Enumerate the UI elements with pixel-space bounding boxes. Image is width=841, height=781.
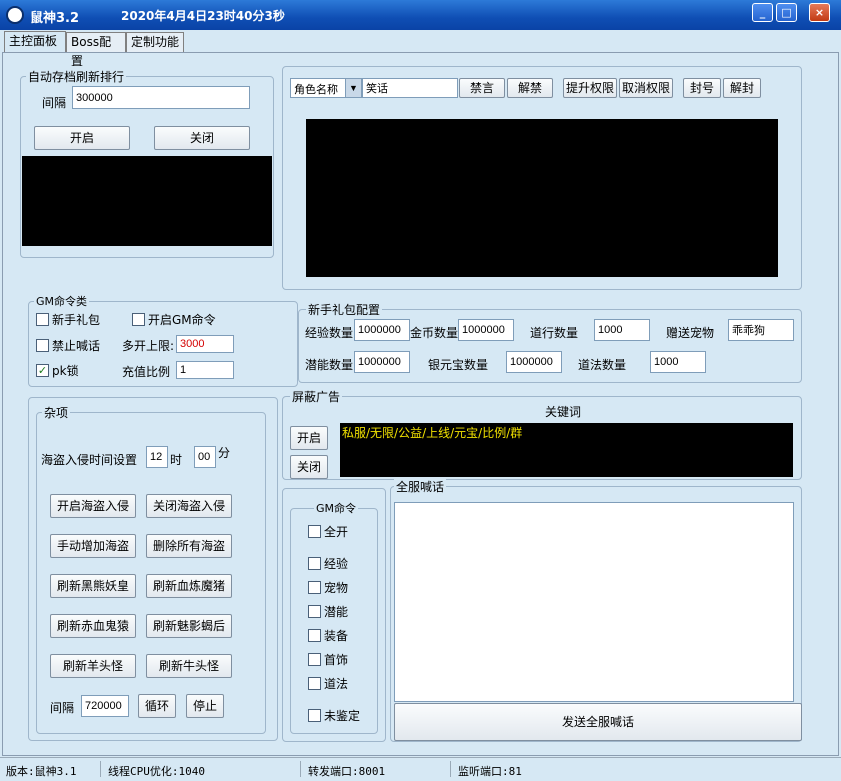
multi-limit-input[interactable]	[176, 335, 234, 353]
unmute-button[interactable]: 解禁	[507, 78, 553, 98]
misc-interval-label: 间隔	[50, 701, 75, 715]
loop-button[interactable]: 循环	[138, 694, 176, 718]
tab-main-panel[interactable]: 主控面板	[4, 31, 66, 52]
tab-custom[interactable]: 定制功能	[126, 32, 184, 52]
title-bar[interactable]: 鼠神3.2 2020年4月4日23时40分3秒 _ □ ×	[0, 0, 841, 30]
status-version: 版本:鼠神3.1	[6, 765, 77, 778]
gm-command-title: GM命令类	[34, 293, 90, 309]
unban-button[interactable]: 解封	[723, 78, 761, 98]
window-title: 鼠神3.2	[30, 11, 80, 26]
ban-button[interactable]: 封号	[683, 78, 721, 98]
ads-title: 屏蔽广告	[290, 388, 343, 405]
datetime: 2020年4月4日23时40分3秒	[121, 9, 285, 23]
stop-loop-button[interactable]: 停止	[186, 694, 224, 718]
pirate-hour-input[interactable]	[146, 446, 168, 468]
newbie-config-title: 新手礼包配置	[306, 301, 383, 318]
multi-limit-label: 多开上限:	[122, 339, 175, 353]
status-bar: 版本:鼠神3.1 线程CPU优化:1040 转发端口:8001 监听端口:81	[0, 757, 841, 781]
exp-label: 经验数量	[305, 326, 354, 340]
shout-textarea[interactable]	[394, 502, 794, 702]
newbie-gift-checkbox[interactable]: 新手礼包	[36, 311, 100, 328]
opt-pet-checkbox[interactable]: 宠物	[308, 579, 348, 596]
potential-label: 潜能数量	[305, 358, 354, 372]
opt-potential-checkbox[interactable]: 潜能	[308, 603, 348, 620]
demote-button[interactable]: 取消权限	[619, 78, 673, 98]
autosave-interval-label: 间隔	[42, 96, 67, 110]
misc-interval-input[interactable]	[81, 695, 129, 717]
status-listen-port: 监听端口:81	[458, 765, 522, 778]
opt-exp-checkbox[interactable]: 经验	[308, 555, 348, 572]
pet-label: 赠送宠物	[666, 326, 715, 340]
gm-options-group	[290, 508, 378, 734]
status-divider	[100, 761, 101, 777]
chevron-down-icon[interactable]: ▼	[345, 79, 361, 97]
role-field-select[interactable]: 角色名称 ▼	[290, 78, 362, 98]
pirate-minute-input[interactable]	[194, 446, 216, 468]
delete-pirates-button[interactable]: 删除所有海盗	[146, 534, 232, 558]
magic-label: 道法数量	[578, 358, 627, 372]
exp-input[interactable]	[354, 319, 410, 341]
mute-button[interactable]: 禁言	[459, 78, 505, 98]
ads-stop-button[interactable]: 关闭	[290, 455, 328, 479]
spawn-scorpion-button[interactable]: 刷新魅影蝎后	[146, 614, 232, 638]
shout-title: 全服喊话	[394, 478, 447, 495]
recharge-input[interactable]	[176, 361, 234, 379]
maximize-button[interactable]: □	[776, 3, 797, 22]
status-forward-port: 转发端口:8001	[308, 765, 386, 778]
enable-gm-checkbox[interactable]: 开启GM命令	[132, 311, 216, 328]
gm-options-title: GM命令	[314, 500, 359, 516]
promote-button[interactable]: 提升权限	[563, 78, 617, 98]
autosave-log	[22, 156, 272, 246]
stop-pirate-button[interactable]: 关闭海盗入侵	[146, 494, 232, 518]
minute-unit-label: 分	[218, 446, 231, 460]
app-logo-icon	[6, 6, 24, 24]
minimize-button[interactable]: _	[752, 3, 773, 22]
autosave-interval-input[interactable]	[72, 86, 250, 109]
opt-magic-checkbox[interactable]: 道法	[308, 675, 348, 692]
ads-start-button[interactable]: 开启	[290, 426, 328, 450]
opt-equip-checkbox[interactable]: 装备	[308, 627, 348, 644]
keyword-textarea[interactable]: 私服/无限/公益/上线/元宝/比例/群	[340, 423, 793, 477]
magic-input[interactable]	[650, 351, 706, 373]
spawn-pig-button[interactable]: 刷新血炼魔猪	[146, 574, 232, 598]
tab-boss-config[interactable]: Boss配置	[66, 32, 126, 68]
dao-input[interactable]	[594, 319, 650, 341]
send-shout-button[interactable]: 发送全服喊话	[394, 703, 802, 741]
autosave-title: 自动存档刷新排行	[26, 68, 127, 85]
start-pirate-button[interactable]: 开启海盗入侵	[50, 494, 136, 518]
status-divider	[300, 761, 301, 777]
spawn-bear-button[interactable]: 刷新黑熊妖皇	[50, 574, 136, 598]
role-output	[306, 119, 778, 277]
gold-input[interactable]	[458, 319, 514, 341]
spawn-ox-button[interactable]: 刷新牛头怪	[146, 654, 232, 678]
pet-input[interactable]	[728, 319, 794, 341]
autosave-stop-button[interactable]: 关闭	[154, 126, 250, 150]
silver-label: 银元宝数量	[428, 358, 489, 372]
silver-input[interactable]	[506, 351, 562, 373]
role-search-input[interactable]	[362, 78, 458, 98]
misc-title: 杂项	[42, 404, 71, 421]
add-pirate-button[interactable]: 手动增加海盗	[50, 534, 136, 558]
close-button[interactable]: ×	[809, 3, 830, 22]
hour-unit-label: 时	[170, 453, 183, 467]
opt-jewelry-checkbox[interactable]: 首饰	[308, 651, 348, 668]
opt-all-checkbox[interactable]: 全开	[308, 523, 348, 540]
status-divider	[450, 761, 451, 777]
potential-input[interactable]	[354, 351, 410, 373]
keyword-label: 关键词	[545, 405, 582, 419]
dao-label: 道行数量	[530, 326, 579, 340]
spawn-ape-button[interactable]: 刷新赤血鬼猿	[50, 614, 136, 638]
gold-label: 金币数量	[410, 326, 459, 340]
status-cpu: 线程CPU优化:1040	[108, 765, 205, 778]
spawn-goat-button[interactable]: 刷新羊头怪	[50, 654, 136, 678]
pirate-time-label: 海盗入侵时间设置	[41, 453, 138, 467]
pk-lock-checkbox[interactable]: ✓ pk锁	[36, 362, 79, 379]
opt-unidentified-checkbox[interactable]: 未鉴定	[308, 707, 360, 724]
forbid-shout-checkbox[interactable]: 禁止喊话	[36, 337, 100, 354]
role-field-value: 角色名称	[294, 84, 338, 96]
autosave-start-button[interactable]: 开启	[34, 126, 130, 150]
recharge-label: 充值比例	[122, 365, 171, 379]
